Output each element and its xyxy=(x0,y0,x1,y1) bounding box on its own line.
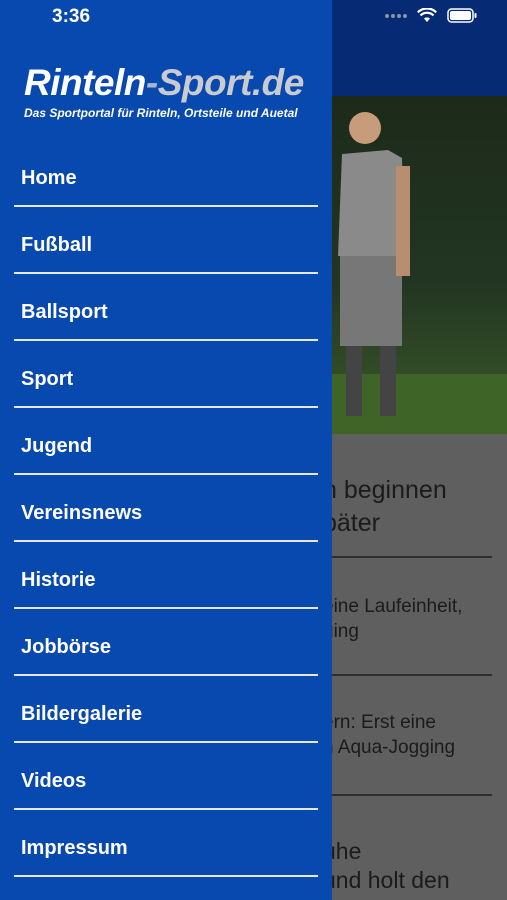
wifi-icon xyxy=(417,8,437,22)
menu-item-videos[interactable]: Videos xyxy=(14,743,318,810)
menu-item-label: Jugend xyxy=(21,435,93,457)
menu-item-label: Sport xyxy=(21,368,74,390)
status-bar: 3:36 xyxy=(0,0,507,34)
divider xyxy=(323,794,492,796)
teaser-2[interactable]: ern: Erst eine n Aqua-Jogging xyxy=(323,710,507,760)
menu-item-label: Jobbörse xyxy=(21,636,112,658)
logo-text-dash: - xyxy=(145,62,158,103)
menu-item-home[interactable]: Home xyxy=(14,140,318,207)
clock: 3:36 xyxy=(52,6,91,27)
logo-text-sport: Sport.de xyxy=(157,62,305,103)
navigation-drawer: Rinteln-Sport.de Das Sportportal für Rin… xyxy=(0,0,332,900)
divider xyxy=(323,674,492,676)
menu-item-jugend[interactable]: Jugend xyxy=(14,408,318,475)
logo-text-rinteln: Rinteln xyxy=(24,62,146,103)
menu-item-vereinsnews[interactable]: Vereinsnews xyxy=(14,475,318,542)
menu-list: Home Fußball Ballsport Sport Jugend Vere… xyxy=(14,140,318,877)
menu-item-sport[interactable]: Sport xyxy=(14,341,318,408)
cellular-signal-icon xyxy=(385,13,407,18)
menu-item-label: Impressum xyxy=(21,837,128,859)
menu-item-jobboerse[interactable]: Jobbörse xyxy=(14,609,318,676)
article-title[interactable]: n beginnen päter xyxy=(323,474,507,540)
menu-item-label: Home xyxy=(21,167,77,189)
menu-item-bildergalerie[interactable]: Bildergalerie xyxy=(14,676,318,743)
player-image xyxy=(338,112,410,416)
site-logo[interactable]: Rinteln-Sport.de Das Sportportal für Rin… xyxy=(24,62,324,120)
menu-item-label: Videos xyxy=(21,770,87,792)
teaser-1[interactable]: eine Laufeinheit, ging xyxy=(323,594,507,644)
menu-item-label: Vereinsnews xyxy=(21,502,143,524)
menu-item-label: Historie xyxy=(21,569,96,591)
menu-item-label: Bildergalerie xyxy=(21,703,143,725)
menu-item-fussball[interactable]: Fußball xyxy=(14,207,318,274)
battery-icon xyxy=(447,8,477,23)
menu-item-historie[interactable]: Historie xyxy=(14,542,318,609)
menu-item-label: Fußball xyxy=(21,234,93,256)
teaser-3[interactable]: uhe und holt den xyxy=(323,837,507,895)
menu-item-impressum[interactable]: Impressum xyxy=(14,810,318,877)
menu-item-ballsport[interactable]: Ballsport xyxy=(14,274,318,341)
logo-tagline: Das Sportportal für Rinteln, Ortsteile u… xyxy=(24,106,298,120)
menu-item-label: Ballsport xyxy=(21,301,108,323)
divider xyxy=(323,556,492,558)
